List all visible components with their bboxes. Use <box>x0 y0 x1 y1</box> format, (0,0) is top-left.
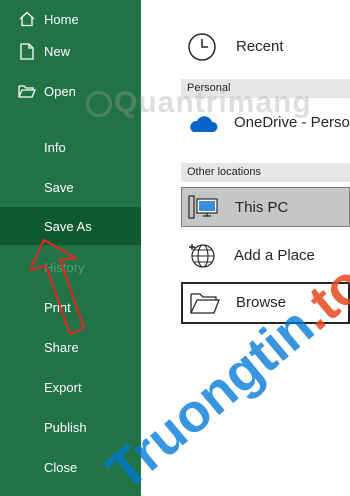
watermark-quantrimang: Quantrimang <box>86 86 312 120</box>
sidebar-item-save[interactable]: Save <box>0 168 141 206</box>
computer-icon <box>188 193 220 223</box>
open-folder-icon <box>18 82 36 100</box>
this-pc-location[interactable]: This PC <box>181 187 350 227</box>
sidebar-item-label: Home <box>44 11 79 27</box>
new-document-icon <box>18 42 36 60</box>
other-locations-header: Other locations <box>181 163 350 182</box>
this-pc-label: This PC <box>235 199 289 216</box>
recent-location[interactable]: Recent <box>183 32 350 62</box>
recent-label: Recent <box>236 38 284 55</box>
home-icon <box>18 10 36 28</box>
sidebar-item-label: New <box>44 43 71 59</box>
clock-icon <box>187 32 217 67</box>
annotation-arrow-icon <box>30 238 86 336</box>
folder-icon <box>189 288 221 318</box>
sidebar-item-info[interactable]: Info <box>0 128 141 166</box>
sidebar-item-label: Share <box>44 339 79 355</box>
sidebar-item-label: Info <box>44 139 66 155</box>
sidebar-item-label: Save <box>44 179 74 195</box>
sidebar-item-label: Open <box>44 83 76 99</box>
sidebar-item-export[interactable]: Export <box>0 368 141 406</box>
add-a-place-label: Add a Place <box>234 247 315 264</box>
sidebar-item-label: Publish <box>44 419 87 435</box>
sidebar-item-label: Export <box>44 379 82 395</box>
lightbulb-icon <box>86 91 112 118</box>
globe-add-icon <box>187 241 219 271</box>
sidebar-item-new[interactable]: New <box>0 32 141 70</box>
sidebar-item-label: Close <box>44 459 78 475</box>
sidebar-item-label: Save As <box>44 218 92 234</box>
